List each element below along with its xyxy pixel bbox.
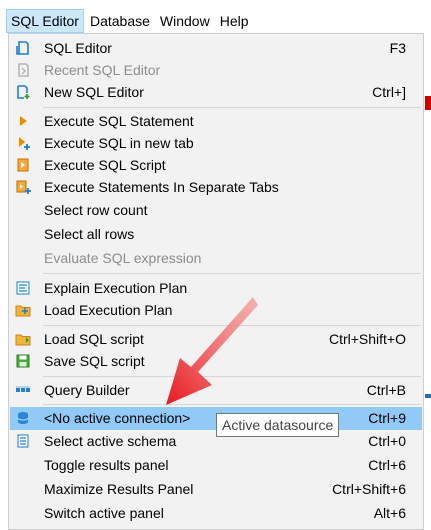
tooltip: Active datasource bbox=[216, 413, 340, 437]
execute-separate-tabs-icon bbox=[16, 180, 31, 194]
menu-item-label: Query Builder bbox=[44, 382, 130, 398]
menubar-item-window[interactable]: Window bbox=[156, 9, 214, 33]
menu-separator bbox=[43, 273, 421, 274]
menu-item-label: Select row count bbox=[44, 202, 148, 218]
menu-separator bbox=[43, 107, 421, 108]
folder-icon bbox=[15, 305, 31, 317]
menu-item-shortcut: Ctrl+0 bbox=[368, 433, 406, 449]
menu-item-execute-sql-statement[interactable]: Execute SQL Statement bbox=[10, 110, 422, 133]
menu-item-shortcut: Alt+6 bbox=[373, 505, 406, 521]
menubar-item-database[interactable]: Database bbox=[86, 9, 154, 33]
background-editor-marker bbox=[425, 394, 431, 398]
menu-item-label: Execute SQL Statement bbox=[44, 113, 194, 129]
menu-item-shortcut: Ctrl+B bbox=[366, 382, 406, 398]
menu-item-load-execution-plan[interactable]: Load Execution Plan bbox=[10, 299, 422, 322]
menu-item-sql-editor[interactable]: SQL Editor F3 bbox=[10, 37, 422, 60]
menu-item-shortcut: Ctrl+Shift+6 bbox=[332, 481, 406, 497]
menu-bar: SQL Editor Database Window Help bbox=[0, 8, 431, 34]
menu-item-execute-sql-script[interactable]: Execute SQL Script bbox=[10, 154, 422, 177]
menu-item-label: Execute SQL in new tab bbox=[44, 135, 194, 151]
menu-item-select-row-count[interactable]: Select row count bbox=[10, 199, 422, 222]
menu-item-label: Toggle results panel bbox=[44, 457, 169, 473]
menu-separator bbox=[43, 404, 421, 405]
menu-item-label: Select all rows bbox=[44, 226, 135, 242]
menu-item-query-builder[interactable]: Query Builder Ctrl+B bbox=[10, 379, 422, 402]
new-sql-editor-icon bbox=[17, 85, 30, 99]
menu-item-shortcut: Ctrl+6 bbox=[368, 457, 406, 473]
menu-separator bbox=[43, 376, 421, 377]
menu-item-shortcut: F3 bbox=[389, 40, 406, 56]
menu-item-switch-active-panel[interactable]: Switch active panel Alt+6 bbox=[10, 502, 422, 525]
menu-item-label: SQL Editor bbox=[44, 40, 112, 56]
background-editor-marker bbox=[425, 96, 431, 110]
sql-editor-dropdown-menu: SQL Editor F3 Recent SQL Editor New SQL … bbox=[8, 33, 424, 530]
menu-item-label: Select active schema bbox=[44, 433, 177, 449]
schema-icon bbox=[17, 434, 29, 448]
menu-item-label: Execute Statements In Separate Tabs bbox=[44, 179, 279, 195]
menu-item-label: Load SQL script bbox=[44, 331, 144, 347]
recent-sql-editor-icon bbox=[18, 63, 29, 77]
menu-item-shortcut: Ctrl+9 bbox=[368, 410, 406, 426]
menu-item-recent-sql-editor[interactable]: Recent SQL Editor bbox=[10, 59, 422, 82]
folder-open-icon bbox=[15, 334, 31, 346]
menu-item-toggle-results-panel[interactable]: Toggle results panel Ctrl+6 bbox=[10, 454, 422, 477]
menu-item-load-sql-script[interactable]: Load SQL script Ctrl+Shift+O bbox=[10, 328, 422, 351]
menu-item-label: Recent SQL Editor bbox=[44, 62, 161, 78]
menu-item-new-sql-editor[interactable]: New SQL Editor Ctrl+] bbox=[10, 81, 422, 104]
menu-item-evaluate-sql-expression[interactable]: Evaluate SQL expression bbox=[10, 247, 422, 270]
menu-item-label: Execute SQL Script bbox=[44, 157, 166, 173]
menu-item-label: <No active connection> bbox=[44, 410, 191, 426]
menu-item-explain-execution-plan[interactable]: Explain Execution Plan bbox=[10, 277, 422, 300]
menu-item-label: Maximize Results Panel bbox=[44, 481, 194, 497]
query-builder-icon bbox=[16, 386, 30, 392]
menu-item-shortcut: Ctrl+] bbox=[372, 84, 406, 100]
database-icon bbox=[17, 412, 29, 424]
menu-item-label: Switch active panel bbox=[44, 505, 164, 521]
menu-item-execute-sql-new-tab[interactable]: Execute SQL in new tab bbox=[10, 132, 422, 155]
save-icon bbox=[16, 354, 30, 368]
menu-item-maximize-results-panel[interactable]: Maximize Results Panel Ctrl+Shift+6 bbox=[10, 478, 422, 501]
menu-separator bbox=[43, 325, 421, 326]
sql-editor-icon bbox=[16, 41, 29, 55]
menu-item-execute-separate-tabs[interactable]: Execute Statements In Separate Tabs bbox=[10, 176, 422, 199]
menubar-item-sql-editor[interactable]: SQL Editor bbox=[6, 9, 84, 33]
menubar-item-help[interactable]: Help bbox=[216, 9, 253, 33]
menu-item-shortcut: Ctrl+Shift+O bbox=[328, 331, 406, 347]
execution-plan-icon bbox=[16, 281, 30, 295]
execute-icon bbox=[20, 116, 27, 126]
execute-new-tab-icon bbox=[19, 137, 30, 150]
menu-item-save-sql-script[interactable]: Save SQL script bbox=[10, 350, 422, 373]
menu-item-label: New SQL Editor bbox=[44, 84, 144, 100]
execute-script-icon bbox=[17, 158, 29, 172]
menu-item-label: Evaluate SQL expression bbox=[44, 250, 202, 266]
background-window-strip bbox=[0, 0, 431, 8]
menu-item-select-all-rows[interactable]: Select all rows bbox=[10, 223, 422, 246]
menu-item-label: Load Execution Plan bbox=[44, 302, 173, 318]
menu-item-label: Explain Execution Plan bbox=[44, 280, 188, 296]
menu-item-label: Save SQL script bbox=[44, 353, 145, 369]
